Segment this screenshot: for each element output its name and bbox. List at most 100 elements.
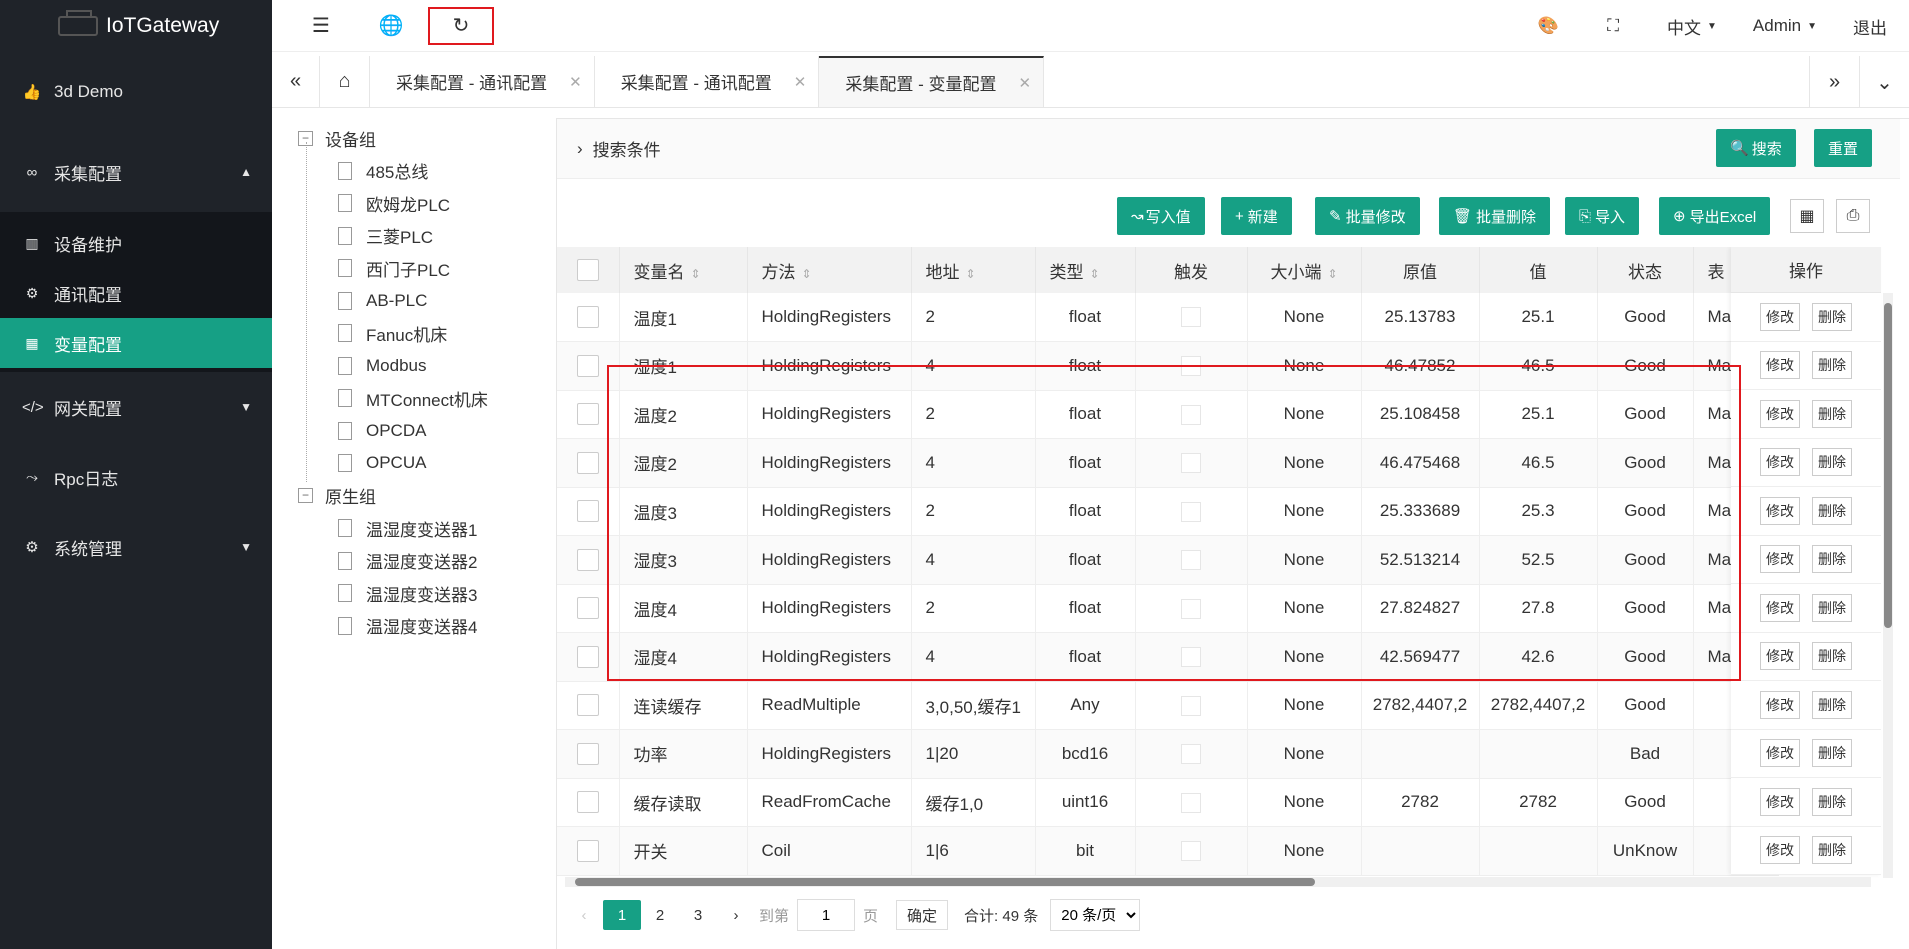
search-button[interactable]: 🔍 搜索 bbox=[1716, 129, 1796, 167]
table-row[interactable]: 连读缓存 ReadMultiple 3,0,50,缓存1 Any None 2782,44… bbox=[557, 681, 1779, 730]
edit-button[interactable]: 修改 bbox=[1760, 642, 1800, 671]
goto-page-input[interactable] bbox=[797, 899, 856, 931]
row-checkbox[interactable] bbox=[576, 694, 599, 717]
table-row[interactable]: 开关 Coil 1|6 bit None UnKnow bbox=[557, 826, 1779, 876]
tabs-menu-button[interactable]: ⌄ bbox=[1859, 56, 1909, 108]
table-row[interactable]: 温度3 HoldingRegisters 2 float None 25.333689 25… bbox=[557, 487, 1779, 536]
horizontal-scrollbar-thumb[interactable] bbox=[575, 878, 1315, 886]
row-checkbox[interactable] bbox=[576, 354, 599, 377]
new-button[interactable]: + 新建 bbox=[1221, 197, 1292, 235]
user-dropdown[interactable]: Admin ▼ bbox=[1735, 16, 1835, 36]
tree-leaf[interactable]: Modbus bbox=[298, 350, 553, 383]
sidebar-item-collection-config[interactable]: ∞ 采集配置 ▲ bbox=[0, 132, 272, 212]
tree-leaf[interactable]: 温湿度变送器1 bbox=[298, 512, 553, 545]
delete-button[interactable]: 删除 bbox=[1812, 787, 1852, 816]
language-dropdown[interactable]: 中文 ▼ bbox=[1649, 14, 1735, 39]
refresh-button[interactable]: ↻ bbox=[428, 6, 494, 45]
tree-leaf[interactable]: 485总线 bbox=[298, 155, 553, 188]
edit-button[interactable]: 修改 bbox=[1760, 496, 1800, 525]
reset-button[interactable]: 重置 bbox=[1814, 129, 1873, 167]
row-checkbox[interactable] bbox=[576, 645, 599, 668]
table-row[interactable]: 功率 HoldingRegisters 1|20 bcd16 None Bad bbox=[557, 729, 1779, 779]
delete-button[interactable]: 删除 bbox=[1812, 302, 1852, 331]
sidebar-item-device-maintenance[interactable]: ▥ 设备维护 bbox=[0, 218, 272, 268]
tree-leaf[interactable]: AB-PLC bbox=[298, 285, 553, 318]
delete-button[interactable]: 删除 bbox=[1812, 642, 1852, 671]
table-row[interactable]: 温度4 HoldingRegisters 2 float None 27.824827 27… bbox=[557, 584, 1779, 633]
tree-leaf[interactable]: 欧姆龙PLC bbox=[298, 187, 553, 220]
sidebar-item-gateway-config[interactable]: </> 网关配置 ▼ bbox=[0, 372, 272, 442]
tab-comm-config-2[interactable]: 采集配置 - 通讯配置 ✕ bbox=[595, 56, 820, 107]
sort-icon[interactable]: ⇕ bbox=[691, 267, 701, 281]
col-header-endian[interactable]: 大小端 ⇕ bbox=[1247, 247, 1362, 293]
close-icon[interactable]: ✕ bbox=[794, 73, 807, 91]
row-checkbox[interactable] bbox=[576, 597, 599, 620]
tree-leaf[interactable]: Fanuc机床 bbox=[298, 317, 553, 350]
tabs-scroll-left-button[interactable]: « bbox=[272, 56, 320, 107]
row-checkbox-cell[interactable] bbox=[557, 681, 620, 730]
row-checkbox-cell[interactable] bbox=[557, 632, 620, 682]
tabs-scroll-right-button[interactable]: » bbox=[1809, 56, 1859, 108]
row-checkbox-cell[interactable] bbox=[557, 487, 620, 536]
close-icon[interactable]: ✕ bbox=[1018, 74, 1031, 92]
tree-leaf[interactable]: 温湿度变送器4 bbox=[298, 610, 553, 643]
edit-button[interactable]: 修改 bbox=[1760, 399, 1800, 428]
sort-icon[interactable]: ⇕ bbox=[1090, 267, 1100, 281]
batch-edit-button[interactable]: ✎ 批量修改 bbox=[1315, 197, 1420, 235]
row-checkbox-cell[interactable] bbox=[557, 584, 620, 633]
tab-comm-config-1[interactable]: 采集配置 - 通讯配置 ✕ bbox=[370, 56, 595, 107]
columns-toggle-button[interactable]: ▦ bbox=[1790, 199, 1824, 233]
theme-button[interactable]: 🎨 bbox=[1520, 16, 1577, 36]
table-row[interactable]: 温度1 HoldingRegisters 2 float None 25.13783 25.… bbox=[557, 293, 1779, 342]
export-excel-button[interactable]: ⊕ 导出Excel bbox=[1659, 197, 1771, 235]
tree-group-device[interactable]: − 设备组 bbox=[298, 122, 553, 155]
page-button-1[interactable]: 1 bbox=[603, 900, 641, 930]
table-row[interactable]: 缓存读取 ReadFromCache 缓存1,0 uint16 None 2782 2782… bbox=[557, 778, 1779, 827]
sort-icon[interactable]: ⇕ bbox=[966, 267, 976, 281]
row-checkbox[interactable] bbox=[576, 742, 599, 765]
table-row[interactable]: 湿度4 HoldingRegisters 4 float None 42.569477 42… bbox=[557, 632, 1779, 682]
col-header-name[interactable]: 变量名 ⇕ bbox=[619, 247, 748, 293]
sort-icon[interactable]: ⇕ bbox=[1327, 267, 1337, 281]
row-checkbox-cell[interactable] bbox=[557, 293, 620, 342]
prev-page-button[interactable]: ‹ bbox=[565, 900, 603, 930]
edit-button[interactable]: 修改 bbox=[1760, 739, 1800, 768]
batch-delete-button[interactable]: 🗑 批量删除 bbox=[1439, 197, 1551, 235]
table-row[interactable]: 湿度1 HoldingRegisters 4 float None 46.47852 46.… bbox=[557, 341, 1779, 391]
page-button-2[interactable]: 2 bbox=[641, 900, 679, 930]
row-checkbox[interactable] bbox=[576, 306, 599, 328]
col-header-address[interactable]: 地址 ⇕ bbox=[911, 247, 1036, 293]
row-checkbox-cell[interactable] bbox=[557, 535, 620, 585]
edit-button[interactable]: 修改 bbox=[1760, 302, 1800, 331]
tree-leaf[interactable]: OPCDA bbox=[298, 415, 553, 448]
delete-button[interactable]: 删除 bbox=[1812, 351, 1852, 380]
tree-group-native[interactable]: − 原生组 bbox=[298, 480, 553, 513]
table-row[interactable]: 温度2 HoldingRegisters 2 float None 25.108458 25… bbox=[557, 390, 1779, 439]
sort-icon[interactable]: ⇕ bbox=[802, 267, 812, 281]
edit-button[interactable]: 修改 bbox=[1760, 836, 1800, 865]
delete-button[interactable]: 删除 bbox=[1812, 448, 1852, 477]
select-all-checkbox[interactable] bbox=[576, 259, 599, 281]
row-checkbox[interactable] bbox=[576, 791, 599, 814]
delete-button[interactable]: 删除 bbox=[1812, 593, 1852, 622]
col-header-type[interactable]: 类型 ⇕ bbox=[1035, 247, 1136, 293]
row-checkbox[interactable] bbox=[576, 548, 599, 571]
delete-button[interactable]: 删除 bbox=[1812, 399, 1852, 428]
fullscreen-button[interactable]: ⛶ bbox=[1577, 16, 1649, 36]
import-button[interactable]: ⎘ 导入 bbox=[1565, 197, 1640, 235]
row-checkbox[interactable] bbox=[576, 403, 599, 426]
delete-button[interactable]: 删除 bbox=[1812, 690, 1852, 719]
vertical-scrollbar-thumb[interactable] bbox=[1884, 303, 1892, 628]
delete-button[interactable]: 删除 bbox=[1812, 545, 1852, 574]
table-row[interactable]: 湿度2 HoldingRegisters 4 float None 46.475468 46… bbox=[557, 438, 1779, 488]
search-conditions-bar[interactable]: › 搜索条件 🔍 搜索 重置 bbox=[557, 119, 1900, 179]
row-checkbox-cell[interactable] bbox=[557, 438, 620, 488]
tree-leaf[interactable]: 温湿度变送器3 bbox=[298, 577, 553, 610]
sidebar-item-3d-demo[interactable]: 👍 3d Demo bbox=[0, 52, 272, 132]
print-button[interactable]: ⎙ bbox=[1836, 199, 1870, 233]
row-checkbox[interactable] bbox=[576, 839, 599, 862]
menu-toggle-button[interactable]: ☰ bbox=[286, 0, 356, 52]
row-checkbox-cell[interactable] bbox=[557, 826, 620, 876]
home-tab[interactable]: ⌂ bbox=[320, 56, 370, 107]
tree-leaf[interactable]: MTConnect机床 bbox=[298, 382, 553, 415]
